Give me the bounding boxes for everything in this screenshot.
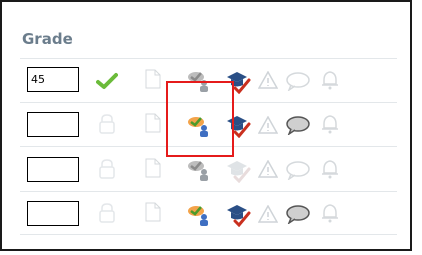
bell-icon[interactable] <box>320 70 340 90</box>
warning-icon[interactable] <box>258 71 278 89</box>
document-icon[interactable] <box>145 158 161 178</box>
comment-icon[interactable] <box>285 160 311 180</box>
row-separator <box>20 58 397 59</box>
document-icon[interactable] <box>145 69 161 89</box>
bell-icon[interactable] <box>320 159 340 179</box>
bell-icon[interactable] <box>320 203 340 223</box>
document-icon[interactable] <box>145 113 161 133</box>
graduation-cap-icon[interactable] <box>225 201 251 227</box>
grade-input-row-1[interactable] <box>27 67 79 92</box>
warning-icon[interactable] <box>258 205 278 223</box>
row-separator <box>20 234 397 235</box>
comment-icon[interactable] <box>285 71 311 91</box>
grade-column-header: Grade <box>22 30 73 48</box>
row-separator <box>20 191 397 192</box>
grade-input-row-4[interactable] <box>27 201 79 226</box>
assign-user-icon[interactable] <box>186 203 212 227</box>
lock-icon <box>97 158 117 180</box>
assign-user-icon[interactable] <box>186 158 212 182</box>
lock-icon <box>97 113 117 135</box>
document-icon[interactable] <box>145 202 161 222</box>
checkmark-icon <box>96 72 118 90</box>
warning-icon[interactable] <box>258 160 278 178</box>
bell-icon[interactable] <box>320 114 340 134</box>
lock-icon <box>97 202 117 224</box>
highlight-box <box>166 81 234 157</box>
graduation-cap-icon[interactable] <box>225 157 251 183</box>
warning-icon[interactable] <box>258 116 278 134</box>
grade-input-row-3[interactable] <box>27 157 79 182</box>
comment-icon[interactable] <box>285 204 311 224</box>
comment-icon[interactable] <box>285 115 311 135</box>
grade-input-row-2[interactable] <box>27 112 79 137</box>
